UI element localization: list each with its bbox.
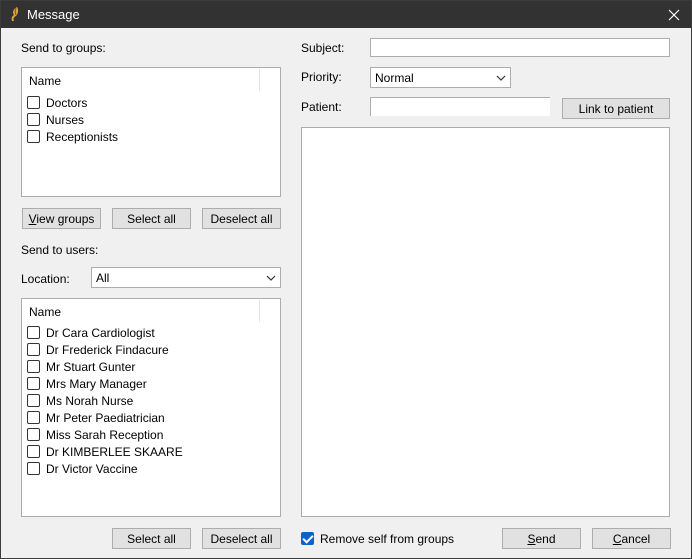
group-item-doctors[interactable]: Doctors [27,94,87,111]
remove-self-checkbox[interactable] [301,532,314,545]
deselect-all-label: Deselect all [210,211,273,226]
user-checkbox[interactable] [27,411,40,424]
patient-label: Patient: [301,100,342,114]
user-item-label: Dr Victor Vaccine [46,461,138,476]
group-item-label: Receptionists [46,129,119,144]
group-checkbox[interactable] [27,96,40,109]
select-all-label: Select all [127,211,176,226]
user-item-label: Dr KIMBERLEE SKAARE [46,444,183,459]
view-groups-button[interactable]: View groups [22,208,101,229]
window-title: Message [27,7,80,22]
groups-select-all-button[interactable]: Select all [112,208,191,229]
subject-input[interactable] [370,38,670,57]
cancel-button[interactable]: Cancel [592,528,671,549]
user-checkbox[interactable] [27,343,40,356]
user-item[interactable]: Mr Peter Paediatrician [27,409,165,426]
deselect-all-label: Deselect all [210,531,273,546]
priority-dropdown[interactable]: Normal [370,67,511,88]
user-checkbox[interactable] [27,360,40,373]
group-item-nurses[interactable]: Nurses [27,111,84,128]
groups-list[interactable]: Name Doctors Nurses Receptionists [21,67,281,197]
user-item[interactable]: Miss Sarah Reception [27,426,163,443]
location-dropdown[interactable]: All [91,267,281,288]
groups-name-column-header[interactable]: Name [29,74,61,88]
priority-value: Normal [375,71,414,85]
title-bar: Message [1,1,691,28]
view-groups-button-label: View groups [28,211,95,226]
send-button[interactable]: Send [502,528,581,549]
group-item-receptionists[interactable]: Receptionists [27,128,118,145]
user-checkbox[interactable] [27,394,40,407]
user-item[interactable]: Ms Norah Nurse [27,392,133,409]
app-logo-icon [11,7,19,21]
user-item[interactable]: Dr Victor Vaccine [27,460,138,477]
user-item[interactable]: Mrs Mary Manager [27,375,147,392]
user-checkbox[interactable] [27,326,40,339]
cancel-button-label: Cancel [612,531,651,546]
groups-list-header[interactable]: Name [22,68,280,92]
close-button[interactable] [657,1,691,28]
group-item-label: Nurses [46,112,85,127]
group-item-label: Doctors [46,95,88,110]
user-item[interactable]: Dr Frederick Findacure [27,341,169,358]
user-checkbox[interactable] [27,428,40,441]
group-checkbox[interactable] [27,113,40,126]
user-item-label: Dr Cara Cardiologist [46,325,155,340]
message-body-textarea[interactable] [301,127,670,517]
user-item-label: Ms Norah Nurse [46,393,134,408]
user-item-label: Mrs Mary Manager [46,376,147,391]
user-item-label: Mr Peter Paediatrician [46,410,165,425]
users-name-column-header[interactable]: Name [29,305,61,319]
priority-label: Priority: [301,70,342,84]
location-value: All [96,271,110,285]
send-to-groups-label: Send to groups: [21,41,106,55]
user-item[interactable]: Dr KIMBERLEE SKAARE [27,443,183,460]
chevron-down-icon [266,275,276,281]
user-item-label: Dr Frederick Findacure [46,342,169,357]
patient-input[interactable] [370,97,550,116]
column-separator[interactable] [259,69,260,91]
users-deselect-all-button[interactable]: Deselect all [202,528,281,549]
location-label: Location: [21,272,70,286]
user-checkbox[interactable] [27,377,40,390]
users-select-all-button[interactable]: Select all [112,528,191,549]
user-item[interactable]: Mr Stuart Gunter [27,358,135,375]
link-to-patient-button[interactable]: Link to patient [562,98,670,119]
group-checkbox[interactable] [27,130,40,143]
remove-self-option[interactable]: Remove self from groups [301,530,454,547]
users-list[interactable]: Name Dr Cara Cardiologist Dr Frederick F… [21,298,281,517]
link-to-patient-label: Link to patient [578,101,654,116]
user-item[interactable]: Dr Cara Cardiologist [27,324,155,341]
column-separator[interactable] [259,300,260,322]
send-button-label: Send [527,531,556,546]
chevron-down-icon [496,75,506,81]
user-item-label: Miss Sarah Reception [46,427,164,442]
select-all-label: Select all [127,531,176,546]
groups-deselect-all-button[interactable]: Deselect all [202,208,281,229]
close-icon [668,9,680,20]
user-checkbox[interactable] [27,445,40,458]
subject-label: Subject: [301,41,345,55]
message-dialog: Message Send to groups: Name Doctors Nur… [0,0,692,559]
user-checkbox[interactable] [27,462,40,475]
users-list-header[interactable]: Name [22,299,280,323]
remove-self-label: Remove self from groups [320,531,455,546]
user-item-label: Mr Stuart Gunter [46,359,136,374]
send-to-users-label: Send to users: [21,243,99,257]
